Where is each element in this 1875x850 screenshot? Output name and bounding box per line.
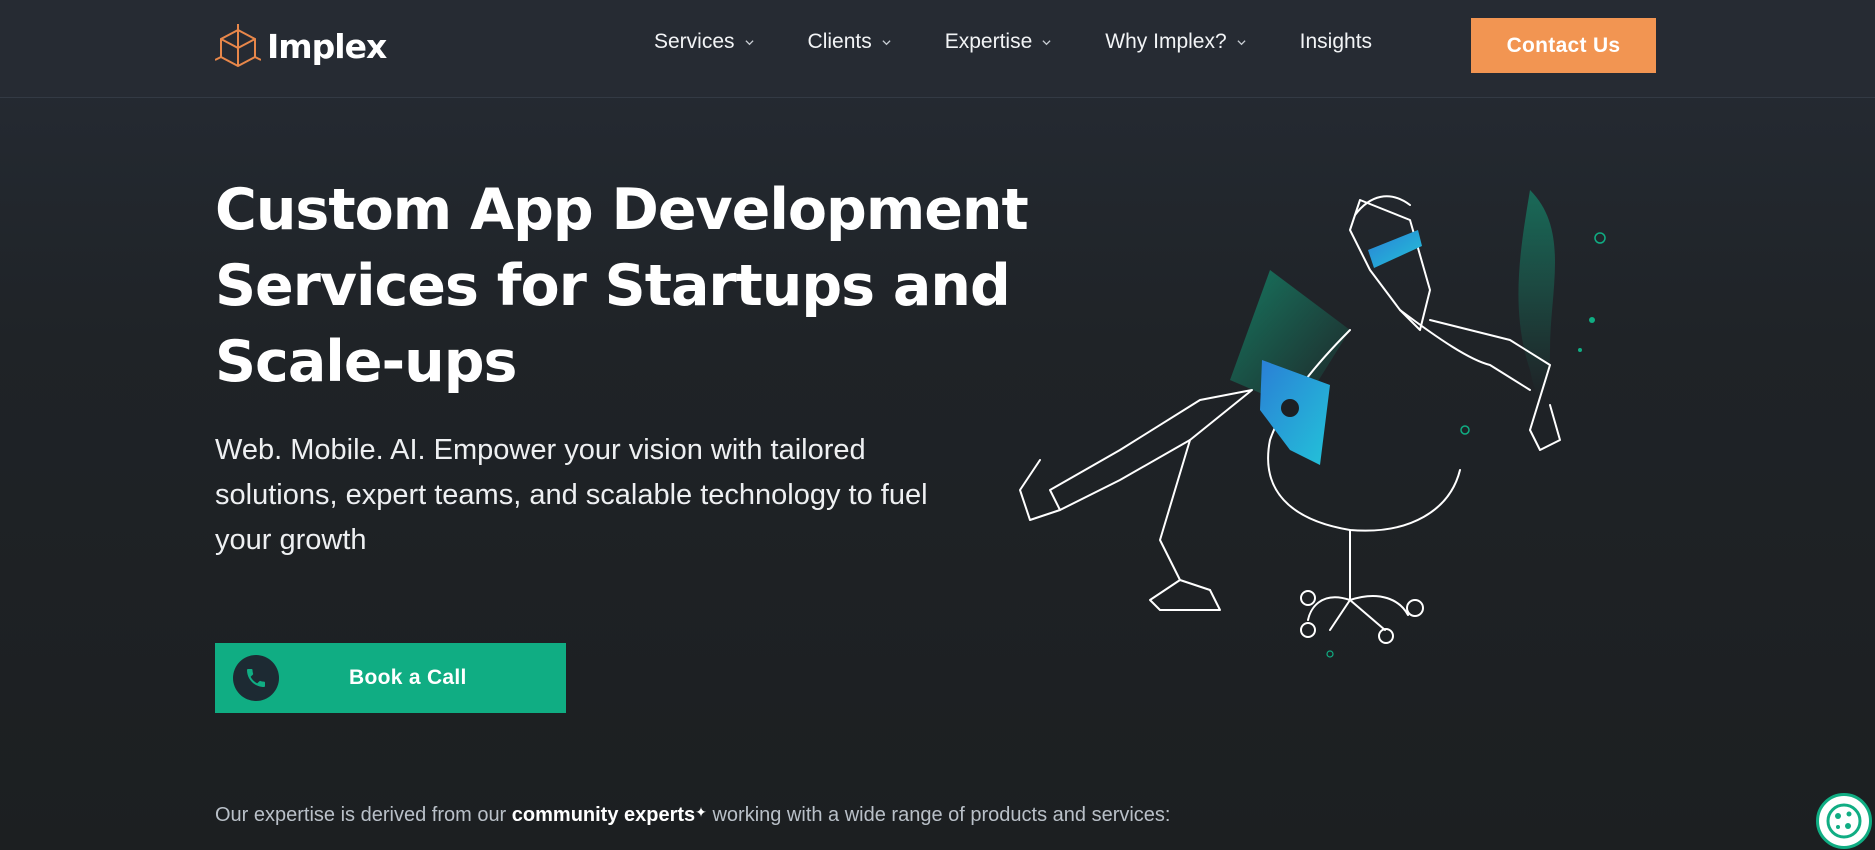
nav-item-label: Why Implex? bbox=[1105, 30, 1227, 53]
hero-title-line: Services for Startups and bbox=[215, 253, 1011, 319]
hero-subtitle: Web. Mobile. AI. Empower your vision wit… bbox=[215, 428, 1015, 563]
hero-illustration bbox=[1019, 190, 1606, 658]
book-a-call-button[interactable]: Book a Call bbox=[215, 643, 566, 713]
hero-subtitle-line: solutions, expert teams, and scalable te… bbox=[215, 479, 928, 511]
hero-title-line: Scale-ups bbox=[215, 329, 517, 395]
expertise-prefix: Our expertise is derived from our bbox=[215, 804, 512, 826]
expertise-statement: Our expertise is derived from our commun… bbox=[215, 804, 1170, 827]
chevron-down-icon bbox=[882, 39, 891, 45]
nav-item-insights[interactable]: Insights bbox=[1300, 30, 1372, 54]
hero-title: Custom App Development Services for Star… bbox=[215, 172, 1035, 400]
nav-item-expertise[interactable]: Expertise bbox=[945, 30, 1052, 54]
expertise-suffix: working with a wide range of products an… bbox=[706, 804, 1171, 826]
cookie-settings-button[interactable] bbox=[1816, 793, 1872, 849]
chevron-down-icon bbox=[1042, 39, 1051, 45]
community-experts-link[interactable]: community experts bbox=[512, 804, 695, 826]
nav-item-label: Expertise bbox=[944, 30, 1033, 53]
logo[interactable]: Implex bbox=[215, 24, 387, 68]
nav-item-label: Services bbox=[654, 30, 735, 53]
nav-item-why-implex[interactable]: Why Implex? bbox=[1105, 30, 1246, 54]
chevron-down-icon bbox=[744, 39, 754, 45]
cube-logo-icon bbox=[215, 24, 261, 68]
nav-item-label: Clients bbox=[807, 30, 872, 53]
site-header: Implex Services Clients Expertise Why Im… bbox=[0, 0, 1875, 98]
cookie-icon bbox=[1826, 803, 1862, 839]
chevron-down-icon bbox=[1237, 39, 1246, 45]
hero-subtitle-line: Web. Mobile. AI. Empower your vision wit… bbox=[215, 434, 866, 466]
nav-item-label: Insights bbox=[1299, 30, 1373, 53]
hero-subtitle-line: your growth bbox=[215, 524, 367, 556]
main-nav: Services Clients Expertise Why Implex? I… bbox=[654, 30, 1372, 54]
sparkle-icon: ✦ bbox=[695, 804, 707, 820]
nav-item-clients[interactable]: Clients bbox=[808, 30, 891, 54]
contact-us-button[interactable]: Contact Us bbox=[1471, 18, 1656, 73]
hero-title-line: Custom App Development bbox=[215, 177, 1029, 243]
phone-icon bbox=[233, 655, 279, 701]
book-a-call-label: Book a Call bbox=[349, 666, 467, 689]
logo-text: Implex bbox=[267, 26, 387, 66]
nav-item-services[interactable]: Services bbox=[654, 30, 754, 54]
